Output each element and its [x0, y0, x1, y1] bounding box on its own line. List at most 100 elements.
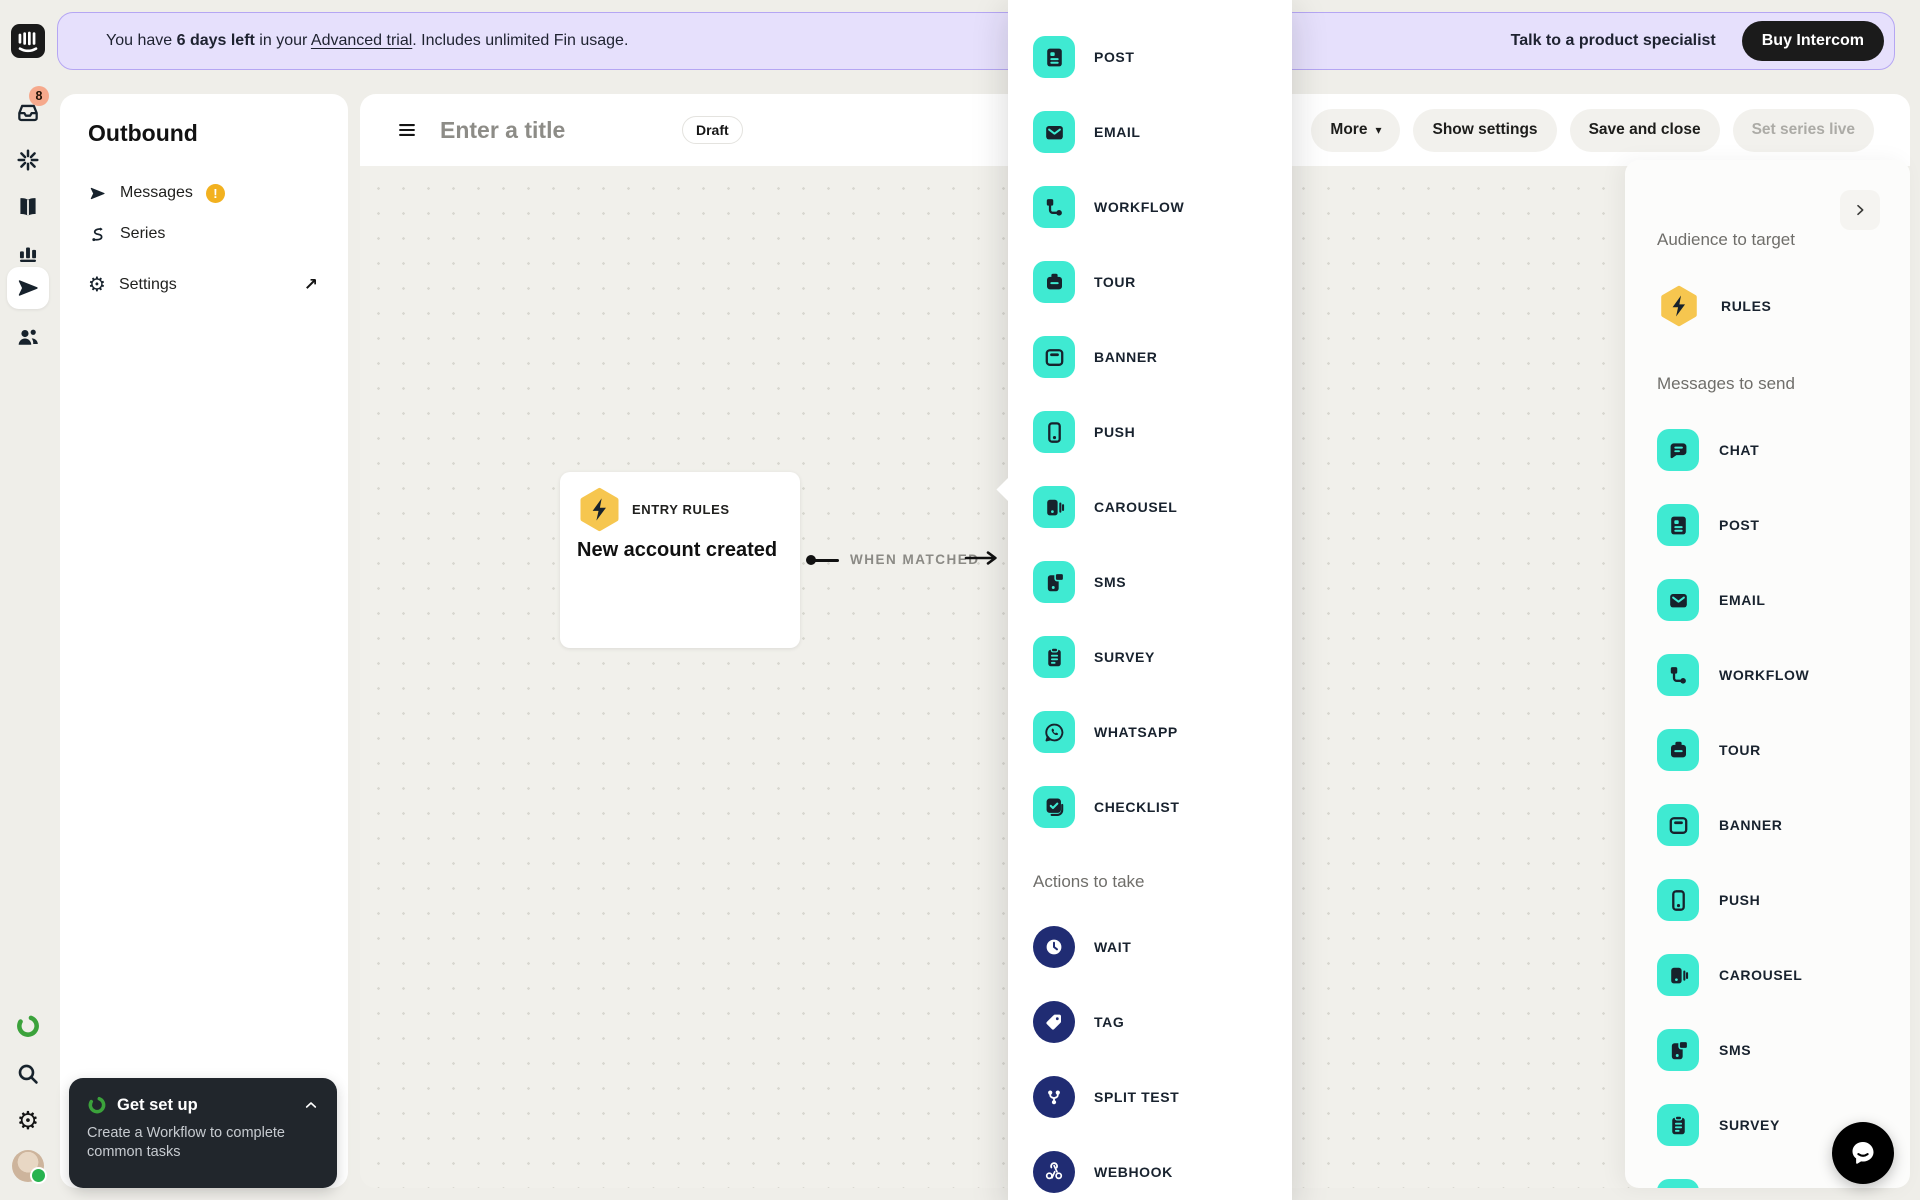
palette-item-push[interactable]: PUSH	[1645, 863, 1900, 937]
menu-item-push[interactable]: PUSH	[1022, 395, 1282, 469]
trial-message-prefix: You have	[106, 32, 177, 49]
entry-rule-title: New account created	[577, 539, 778, 561]
menu-item-workflow[interactable]: WORKFLOW	[1022, 170, 1282, 244]
webhook-icon	[1033, 1151, 1075, 1193]
collapse-panel-button[interactable]	[1840, 190, 1880, 230]
ai-agent-icon[interactable]	[7, 139, 49, 181]
setup-progress-ring-icon	[87, 1095, 107, 1115]
outbound-icon[interactable]	[7, 267, 49, 309]
palette-item-chat[interactable]: CHAT	[1645, 413, 1900, 487]
sms-icon	[1033, 561, 1075, 603]
connector-arrow-icon	[964, 551, 997, 565]
connector-line	[813, 558, 839, 562]
setup-description: Create a Workflow to complete common tas…	[87, 1125, 285, 1161]
audience-header: Audience to target	[1657, 230, 1795, 249]
menu-item-sms[interactable]: SMS	[1022, 545, 1282, 619]
menu-item-email[interactable]: EMAIL	[1022, 95, 1282, 169]
menu-item-banner[interactable]: BANNER	[1022, 320, 1282, 394]
trial-message-mid: in your	[254, 32, 311, 49]
show-settings-button[interactable]: Show settings	[1413, 108, 1557, 152]
palette-item-sms[interactable]: SMS	[1645, 1013, 1900, 1087]
split-test-icon	[1033, 1076, 1075, 1118]
advanced-trial-link[interactable]: Advanced trial	[311, 32, 412, 49]
checklist-icon	[1033, 786, 1075, 828]
menu-icon[interactable]	[396, 119, 418, 141]
sms-icon	[1657, 1029, 1699, 1071]
sidebar-item-series[interactable]: Series	[74, 215, 334, 253]
warning-badge: !	[205, 183, 225, 203]
settings-label: Settings	[118, 276, 177, 293]
chevron-up-icon[interactable]	[303, 1097, 319, 1113]
whatsapp-icon	[1033, 711, 1075, 753]
outbound-title: Outbound	[88, 120, 198, 146]
menu-item-whatsapp[interactable]: WHATSAPP	[1022, 695, 1282, 769]
palette-item-post[interactable]: POST	[1645, 488, 1900, 562]
carousel-icon	[1657, 954, 1699, 996]
trial-message-suffix: . Includes unlimited Fin usage.	[412, 32, 629, 49]
knowledge-icon[interactable]	[7, 186, 49, 228]
trial-days-left: 6 days left	[176, 32, 255, 49]
app-window: 8 ⚙ You have 6 days left in your Advance…	[0, 0, 1920, 1200]
global-nav-rail: 8 ⚙	[0, 0, 56, 1200]
gear-glyph: ⚙	[16, 1107, 40, 1135]
search-icon[interactable]	[7, 1053, 49, 1095]
wait-icon	[1033, 926, 1075, 968]
actions-to-take-header: Actions to take	[1033, 872, 1145, 891]
survey-icon	[1033, 636, 1075, 678]
sidebar-item-messages[interactable]: Messages !	[74, 174, 334, 212]
rules-icon	[1657, 284, 1701, 328]
palette-item-tour[interactable]: TOUR	[1645, 713, 1900, 787]
gear-icon: ⚙	[88, 274, 106, 296]
save-and-close-button[interactable]: Save and close	[1569, 108, 1720, 152]
intercom-logo[interactable]	[7, 20, 49, 62]
chevron-down-icon: ▾	[1375, 123, 1382, 137]
banner-icon	[1657, 804, 1699, 846]
talk-to-specialist-link[interactable]: Talk to a product specialist	[1511, 32, 1716, 50]
chevron-right-icon	[1852, 202, 1868, 218]
tour-icon	[1657, 729, 1699, 771]
menu-item-wait[interactable]: WAIT	[1022, 910, 1282, 984]
whatsapp-icon	[1657, 1179, 1699, 1188]
contacts-icon[interactable]	[7, 316, 49, 358]
palette-item-carousel[interactable]: CAROUSEL	[1645, 938, 1900, 1012]
series-icon	[88, 225, 107, 244]
tag-icon	[1033, 1001, 1075, 1043]
palette-item-banner[interactable]: BANNER	[1645, 788, 1900, 862]
more-button[interactable]: More ▾	[1311, 108, 1401, 152]
menu-item-tour[interactable]: TOUR	[1022, 245, 1282, 319]
buy-intercom-button[interactable]: Buy Intercom	[1741, 21, 1884, 61]
setup-progress-icon[interactable]	[7, 1005, 49, 1047]
rules-icon	[576, 486, 623, 533]
set-series-live-button: Set series live	[1732, 108, 1874, 152]
settings-gear-icon[interactable]: ⚙	[7, 1100, 49, 1142]
trial-banner: You have 6 days left in your Advanced tr…	[57, 12, 1895, 70]
get-set-up-card[interactable]: Get set up Create a Workflow to complete…	[69, 1078, 337, 1188]
connector-label: WHEN MATCHED	[850, 552, 980, 567]
chat-icon	[1657, 429, 1699, 471]
notification-count-badge: 8	[29, 86, 49, 106]
menu-item-checklist[interactable]: CHECKLIST	[1022, 770, 1282, 844]
carousel-icon	[1033, 486, 1075, 528]
messages-label: Messages	[120, 184, 193, 201]
menu-item-tag[interactable]: TAG	[1022, 985, 1282, 1059]
push-icon	[1657, 879, 1699, 921]
messenger-icon	[1848, 1138, 1878, 1168]
post-icon	[1033, 36, 1075, 78]
email-icon	[1657, 579, 1699, 621]
menu-item-webhook[interactable]: WEBHOOK	[1022, 1135, 1282, 1200]
external-link-icon: ↗	[303, 275, 318, 294]
menu-item-post[interactable]: POST	[1022, 20, 1282, 94]
series-title-input[interactable]	[440, 116, 660, 144]
entry-rules-block[interactable]: ENTRY RULES New account created	[560, 472, 800, 648]
sidebar-item-settings[interactable]: ⚙ Settings ↗	[74, 266, 334, 304]
palette-item-workflow[interactable]: WORKFLOW	[1645, 638, 1900, 712]
trial-message: You have 6 days left in your Advanced tr…	[106, 32, 628, 50]
menu-item-carousel[interactable]: CAROUSEL	[1022, 470, 1282, 544]
menu-item-survey[interactable]: SURVEY	[1022, 620, 1282, 694]
menu-item-split-test[interactable]: SPLIT TEST	[1022, 1060, 1282, 1134]
intercom-messenger-launcher[interactable]	[1832, 1122, 1894, 1184]
palette-item-rules[interactable]: RULES	[1645, 269, 1900, 343]
user-avatar[interactable]	[12, 1150, 47, 1184]
entry-rules-badge: ENTRY RULES	[632, 502, 730, 517]
palette-item-email[interactable]: EMAIL	[1645, 563, 1900, 637]
